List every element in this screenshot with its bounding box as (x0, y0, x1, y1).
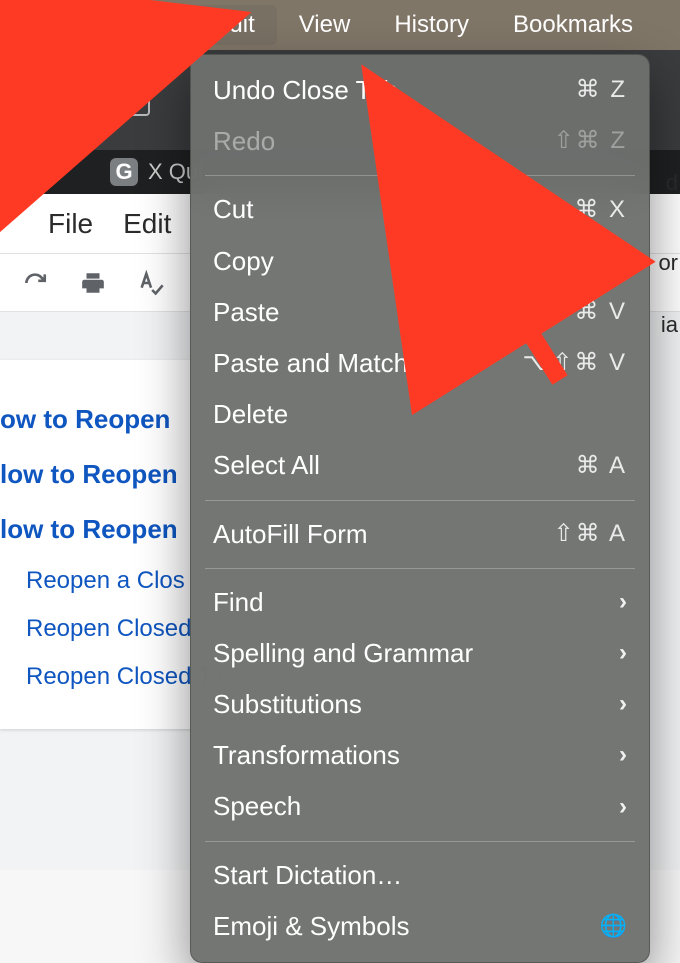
window-controls[interactable] (10, 89, 68, 111)
menu-shortcut: ⌘ A (576, 452, 627, 481)
menu-item-label: Find (213, 587, 264, 618)
menu-item-paste-and-match-style[interactable]: Paste and Match Style ⌥⇧⌘ V (191, 338, 649, 389)
mac-menubar: Safari File Edit View History Bookmarks (0, 0, 680, 50)
menu-item-label: Transformations (213, 740, 400, 771)
menu-separator (205, 500, 635, 501)
menu-view[interactable]: View (277, 5, 373, 45)
menu-item-select-all[interactable]: Select All ⌘ A (191, 440, 649, 491)
menu-item-speech[interactable]: Speech › (191, 781, 649, 832)
clipped-text: or (658, 250, 678, 276)
doc-menu-file[interactable]: File (48, 208, 93, 240)
menu-shortcut: ⌘ X (574, 196, 627, 225)
globe-icon: 🌐 (600, 913, 627, 939)
menu-item-label: Start Dictation… (213, 860, 402, 891)
menu-item-find[interactable]: Find › (191, 577, 649, 628)
edit-menu-dropdown: Undo Close Tab ⌘ Z Redo ⇧⌘ Z Cut ⌘ X Copy ⌘ C Pa… (190, 54, 650, 963)
menu-separator (205, 841, 635, 842)
menu-shortcut: ⌘ Z (576, 76, 627, 105)
menu-item-label: Paste and Match Style (213, 348, 473, 379)
menu-shortcut: ⇧⌘ Z (554, 127, 627, 156)
chevron-right-icon: › (619, 741, 627, 770)
menu-item-autofill-form[interactable]: AutoFill Form ⇧⌘ A (191, 509, 649, 560)
menu-item-paste[interactable]: Paste ⌘ V (191, 287, 649, 338)
clipped-text: d (666, 170, 678, 196)
menu-file[interactable]: File (109, 5, 192, 45)
menu-item-label: Undo Close Tab (213, 75, 398, 106)
chevron-right-icon: › (619, 793, 627, 822)
tab-a[interactable]: C (0, 150, 56, 194)
menu-item-copy[interactable]: Copy ⌘ C (191, 236, 649, 287)
menu-shortcut: ⌥⇧⌘ V (523, 349, 627, 378)
app-name: Safari (6, 5, 109, 45)
menu-separator (205, 175, 635, 176)
menu-history[interactable]: History (372, 5, 491, 45)
menu-item-label: Redo (213, 126, 275, 157)
clipped-text: ia (661, 312, 678, 338)
print-icon[interactable] (78, 268, 108, 298)
menu-item-delete[interactable]: Delete (191, 389, 649, 440)
sidebar-toggle-icon[interactable] (108, 84, 150, 116)
menu-item-label: Delete (213, 399, 288, 430)
menu-edit[interactable]: Edit (191, 5, 276, 45)
redo-icon[interactable] (20, 268, 50, 298)
menu-item-spelling-and-grammar[interactable]: Spelling and Grammar › (191, 628, 649, 679)
menu-item-undo-close-tab[interactable]: Undo Close Tab ⌘ Z (191, 65, 649, 116)
spellcheck-icon[interactable] (136, 268, 166, 298)
menu-item-label: Paste (213, 297, 280, 328)
chevron-right-icon: › (619, 690, 627, 719)
menu-item-label: Copy (213, 246, 274, 277)
menu-item-label: AutoFill Form (213, 519, 368, 550)
menu-item-label: Speech (213, 791, 301, 822)
menu-item-redo: Redo ⇧⌘ Z (191, 116, 649, 167)
menu-item-label: Cut (213, 194, 253, 225)
menu-shortcut: ⇧⌘ A (554, 520, 627, 549)
menu-item-label: Substitutions (213, 689, 362, 720)
close-window-icon[interactable] (10, 89, 32, 111)
chevron-right-icon: › (619, 639, 627, 668)
doc-menu-edit[interactable]: Edit (123, 208, 171, 240)
menu-separator (205, 568, 635, 569)
menu-item-label: Spelling and Grammar (213, 638, 473, 669)
menu-shortcut: ⌘ C (573, 247, 627, 276)
menu-item-label: Emoji & Symbols (213, 911, 410, 942)
favicon-icon: C (14, 158, 42, 186)
menu-item-transformations[interactable]: Transformations › (191, 730, 649, 781)
minimize-window-icon[interactable] (46, 89, 68, 111)
menu-bookmarks[interactable]: Bookmarks (491, 5, 655, 45)
favicon-icon: G (110, 158, 138, 186)
chevron-right-icon: › (619, 588, 627, 617)
menu-item-label: Select All (213, 450, 320, 481)
menu-item-substitutions[interactable]: Substitutions › (191, 679, 649, 730)
menu-item-cut[interactable]: Cut ⌘ X (191, 184, 649, 235)
menu-item-emoji-symbols[interactable]: Emoji & Symbols 🌐 (191, 901, 649, 952)
menu-item-start-dictation[interactable]: Start Dictation… (191, 850, 649, 901)
menu-shortcut: ⌘ V (574, 298, 627, 327)
